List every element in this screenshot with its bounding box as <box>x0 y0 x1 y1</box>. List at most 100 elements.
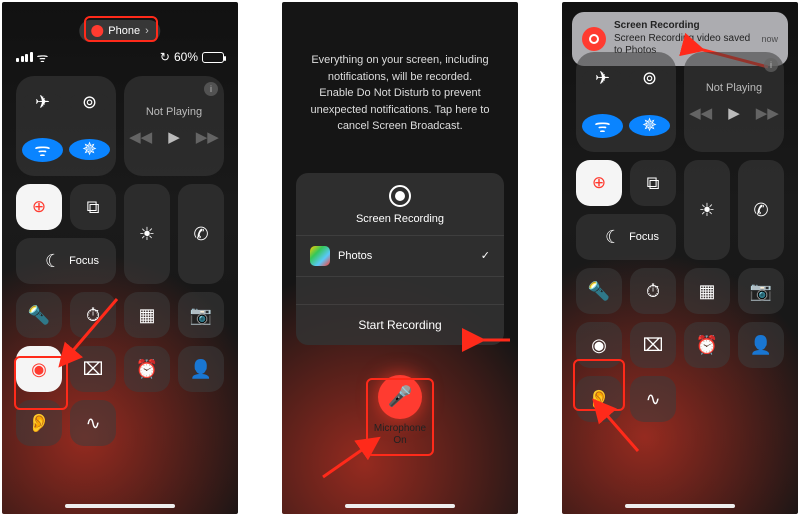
alarm-button[interactable]: ⏰ <box>684 322 730 368</box>
antenna-icon: ⊚ <box>82 92 97 113</box>
airplane-toggle[interactable]: ✈ <box>582 68 623 89</box>
check-icon: ✓ <box>481 249 490 262</box>
lock-icon: ⊕ <box>592 173 606 193</box>
microphone-toggle[interactable]: 🎤 MicrophoneOn <box>370 375 430 447</box>
shazam-icon: ∿ <box>85 413 100 434</box>
airplane-icon: ✈ <box>595 68 610 89</box>
airplane-icon: ✈ <box>35 92 50 113</box>
rewind-icon[interactable]: ◀◀ <box>689 104 712 122</box>
airplane-toggle[interactable]: ✈ <box>22 92 63 113</box>
lowpower-icon: ⌧ <box>643 335 664 356</box>
control-grid: ✈ ⊚ ᯤ ✵ i Not Playing ◀◀ ▶ ▶▶ ⊕ ⧉ ☀ ✆ ☾ … <box>2 66 238 456</box>
lock-icon: ⊕ <box>32 197 46 217</box>
alarm-icon: ⏰ <box>136 359 158 380</box>
volume-slider[interactable]: ✆ <box>178 184 224 284</box>
forward-icon[interactable]: ▶▶ <box>756 104 779 122</box>
brightness-slider[interactable]: ☀ <box>684 160 730 260</box>
recording-sheet: Screen Recording Photos ✓ Start Recordin… <box>296 173 504 345</box>
bluetooth-toggle[interactable]: ✵ <box>629 115 670 136</box>
shazam-icon: ∿ <box>645 389 660 410</box>
mic-state: On <box>393 435 406 446</box>
wifi-toggle[interactable]: ᯤ <box>22 138 63 162</box>
rotation-lock-toggle[interactable]: ⊕ <box>16 184 62 230</box>
phone-icon: ✆ <box>753 200 768 221</box>
person-icon: 👤 <box>750 335 772 356</box>
shazam-button[interactable]: ∿ <box>70 400 116 446</box>
sheet-title: Screen Recording <box>356 213 444 225</box>
media-module[interactable]: i Not Playing ◀◀ ▶ ▶▶ <box>684 52 784 152</box>
info-icon[interactable]: i <box>204 82 218 96</box>
destination-row[interactable]: Photos ✓ <box>296 235 504 276</box>
home-indicator[interactable] <box>345 504 455 508</box>
wifi-status-icon: ᯤ <box>37 48 49 66</box>
brightness-slider[interactable]: ☀ <box>124 184 170 284</box>
focus-button[interactable]: ☾ Focus <box>576 214 676 260</box>
record-banner-icon <box>582 27 606 51</box>
hearing-button[interactable]: 👂 <box>576 376 622 422</box>
camera-icon: 📷 <box>190 305 212 326</box>
calculator-icon: ▦ <box>138 305 155 326</box>
flashlight-button[interactable]: 🔦 <box>576 268 622 314</box>
hearing-button[interactable]: 👂 <box>16 400 62 446</box>
camera-icon: 📷 <box>750 281 772 302</box>
mirror-icon: ⧉ <box>87 197 100 218</box>
play-icon[interactable]: ▶ <box>728 104 740 122</box>
add-person-button[interactable]: 👤 <box>178 346 224 392</box>
flashlight-button[interactable]: 🔦 <box>16 292 62 338</box>
calculator-button[interactable]: ▦ <box>124 292 170 338</box>
calculator-button[interactable]: ▦ <box>684 268 730 314</box>
rotation-lock-toggle[interactable]: ⊕ <box>576 160 622 206</box>
focus-button[interactable]: ☾ Focus <box>16 238 116 284</box>
alarm-button[interactable]: ⏰ <box>124 346 170 392</box>
timer-icon: ⏱ <box>646 281 660 302</box>
camera-button[interactable]: 📷 <box>178 292 224 338</box>
shazam-button[interactable]: ∿ <box>630 376 676 422</box>
volume-slider[interactable]: ✆ <box>738 160 784 260</box>
screen-record-button[interactable]: ◉ <box>576 322 622 368</box>
person-icon: 👤 <box>190 359 212 380</box>
lowpower-icon: ⌧ <box>83 359 104 380</box>
timer-button[interactable]: ⏱ <box>630 268 676 314</box>
calculator-icon: ▦ <box>698 281 715 302</box>
connectivity-module[interactable]: ✈ ⊚ ᯤ ✵ <box>16 76 116 176</box>
antenna-icon: ⊚ <box>642 68 657 89</box>
ear-icon: 👂 <box>28 413 50 434</box>
annotation-arrow <box>318 442 378 485</box>
home-indicator[interactable] <box>65 504 175 508</box>
wifi-toggle[interactable]: ᯤ <box>582 114 623 138</box>
start-recording-button[interactable]: Start Recording <box>296 304 504 345</box>
cellular-toggle[interactable]: ⊚ <box>629 68 670 89</box>
banner-title: Screen Recording <box>614 20 753 33</box>
media-title: Not Playing <box>146 106 202 118</box>
media-module[interactable]: i Not Playing ◀◀ ▶ ▶▶ <box>124 76 224 176</box>
sheet-header: Screen Recording <box>296 173 504 235</box>
info-icon[interactable]: i <box>764 58 778 72</box>
timer-button[interactable]: ⏱ <box>70 292 116 338</box>
bluetooth-toggle[interactable]: ✵ <box>69 139 110 160</box>
destination-label: Photos <box>338 250 372 262</box>
cellular-toggle[interactable]: ⊚ <box>69 92 110 113</box>
screen-mirror-button[interactable]: ⧉ <box>630 160 676 206</box>
connectivity-module[interactable]: ✈ ⊚ ᯤ ✵ <box>576 52 676 152</box>
battery-pct: 60% <box>174 50 198 64</box>
control-center-screen-1: Phone › ᯤ ↻ 60% ✈ ⊚ ᯤ ✵ i Not Playing ◀◀… <box>2 2 238 514</box>
moon-icon: ☾ <box>605 227 621 248</box>
screen-record-button[interactable]: ◉ <box>16 346 62 392</box>
banner-time: now <box>761 34 778 44</box>
brightness-icon: ☀ <box>699 200 715 221</box>
mirror-icon: ⧉ <box>647 173 660 194</box>
low-power-button[interactable]: ⌧ <box>630 322 676 368</box>
camera-button[interactable]: 📷 <box>738 268 784 314</box>
low-power-button[interactable]: ⌧ <box>70 346 116 392</box>
play-icon[interactable]: ▶ <box>168 128 180 146</box>
rewind-icon[interactable]: ◀◀ <box>129 128 152 146</box>
recording-pill[interactable]: Phone › <box>79 20 160 42</box>
record-dot-icon <box>91 25 103 37</box>
add-person-button[interactable]: 👤 <box>738 322 784 368</box>
empty-row <box>296 276 504 304</box>
screen-mirror-button[interactable]: ⧉ <box>70 184 116 230</box>
forward-icon[interactable]: ▶▶ <box>196 128 219 146</box>
broadcast-warning[interactable]: Everything on your screen, including not… <box>282 2 518 135</box>
home-indicator[interactable] <box>625 504 735 508</box>
recharge-icon: ↻ <box>160 50 170 64</box>
